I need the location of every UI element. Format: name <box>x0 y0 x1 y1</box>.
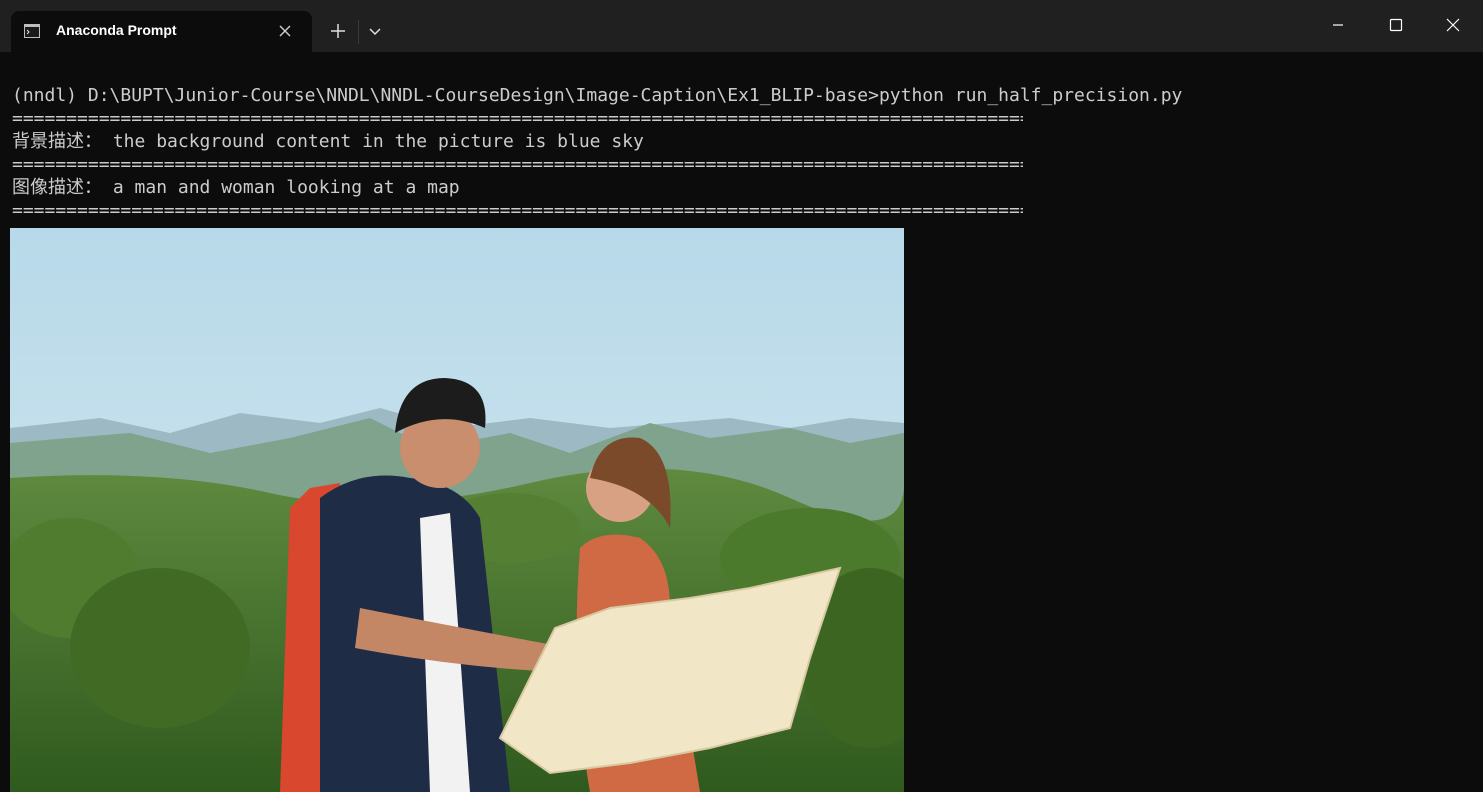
background-caption-line: 背景描述： the background content in the pict… <box>12 130 644 153</box>
tab-title: Anaconda Prompt <box>56 22 177 38</box>
close-icon[interactable] <box>1438 10 1468 40</box>
plus-icon[interactable] <box>326 19 350 43</box>
tab-anaconda-prompt[interactable]: Anaconda Prompt <box>11 11 312 52</box>
toolbar-divider <box>358 20 359 44</box>
chevron-down-icon[interactable] <box>363 19 387 43</box>
maximize-icon[interactable] <box>1381 10 1411 40</box>
minimize-icon[interactable] <box>1323 10 1353 40</box>
background-caption-label: 背景描述： <box>12 131 102 152</box>
background-caption-text: the background content in the picture is… <box>112 131 644 152</box>
displayed-photo <box>10 228 904 792</box>
separator-line: ========================================… <box>12 154 1023 175</box>
image-caption-line: 图像描述： a man and woman looking at a map <box>12 176 460 199</box>
image-caption-text: a man and woman looking at a map <box>112 177 460 198</box>
image-caption-label: 图像描述： <box>12 177 102 198</box>
separator-line: ========================================… <box>12 108 1023 129</box>
command-line: (nndl) D:\BUPT\Junior-Course\NNDL\NNDL-C… <box>12 85 1183 106</box>
title-bar: Anaconda Prompt <box>0 0 1483 52</box>
close-tab-icon[interactable] <box>275 21 295 41</box>
separator-line: ========================================… <box>12 200 1023 221</box>
terminal-icon <box>24 24 40 38</box>
terminal-output[interactable]: (nndl) D:\BUPT\Junior-Course\NNDL\NNDL-C… <box>0 52 1483 792</box>
